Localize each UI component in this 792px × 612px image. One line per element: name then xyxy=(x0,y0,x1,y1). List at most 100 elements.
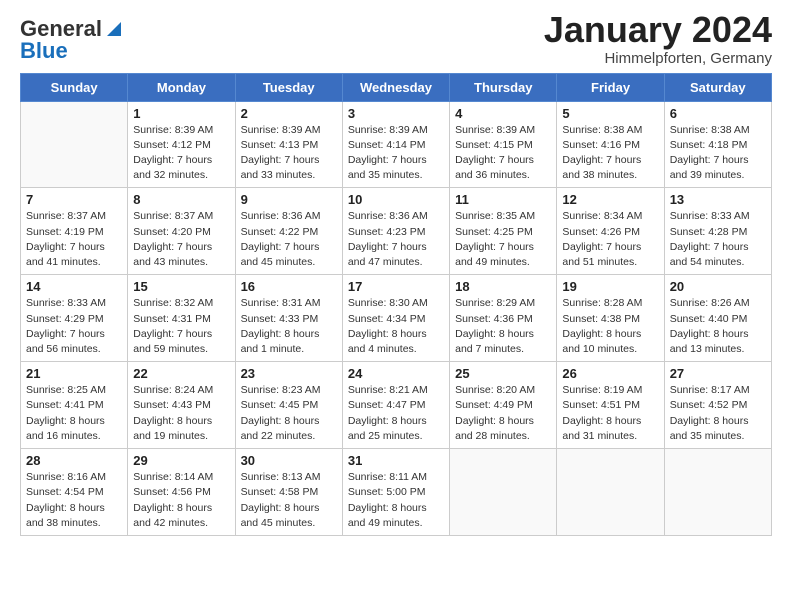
weekday-header-row: Sunday Monday Tuesday Wednesday Thursday… xyxy=(21,73,772,101)
day-number: 25 xyxy=(455,366,551,381)
day-info: Sunrise: 8:33 AMSunset: 4:29 PMDaylight:… xyxy=(26,296,122,357)
day-number: 30 xyxy=(241,453,337,468)
calendar-cell: 26 Sunrise: 8:19 AMSunset: 4:51 PMDayligh… xyxy=(557,362,664,449)
day-number: 13 xyxy=(670,192,766,207)
header-friday: Friday xyxy=(557,73,664,101)
calendar-cell: 6 Sunrise: 8:38 AMSunset: 4:18 PMDaylight… xyxy=(664,101,771,188)
day-number: 12 xyxy=(562,192,658,207)
day-info: Sunrise: 8:32 AMSunset: 4:31 PMDaylight:… xyxy=(133,296,229,357)
calendar-week-row: 7 Sunrise: 8:37 AMSunset: 4:19 PMDaylight… xyxy=(21,188,772,275)
day-number: 16 xyxy=(241,279,337,294)
calendar-cell xyxy=(557,449,664,536)
calendar-week-row: 28 Sunrise: 8:16 AMSunset: 4:54 PMDayligh… xyxy=(21,449,772,536)
day-number: 10 xyxy=(348,192,444,207)
day-number: 18 xyxy=(455,279,551,294)
calendar-cell: 31Sunrise: 8:11 AMSunset: 5:00 PMDayligh… xyxy=(342,449,449,536)
day-number: 20 xyxy=(670,279,766,294)
day-info: Sunrise: 8:30 AMSunset: 4:34 PMDaylight:… xyxy=(348,296,444,357)
day-number: 15 xyxy=(133,279,229,294)
calendar-cell: 17 Sunrise: 8:30 AMSunset: 4:34 PMDayligh… xyxy=(342,275,449,362)
day-info: Sunrise: 8:14 AMSunset: 4:56 PMDaylight:… xyxy=(133,470,229,531)
day-number: 26 xyxy=(562,366,658,381)
calendar-cell: 12 Sunrise: 8:34 AMSunset: 4:26 PMDayligh… xyxy=(557,188,664,275)
day-info: Sunrise: 8:17 AMSunset: 4:52 PMDaylight:… xyxy=(670,383,766,444)
day-info: Sunrise: 8:26 AMSunset: 4:40 PMDaylight:… xyxy=(670,296,766,357)
day-info: Sunrise: 8:20 AMSunset: 4:49 PMDaylight:… xyxy=(455,383,551,444)
day-info: Sunrise: 8:36 AMSunset: 4:23 PMDaylight:… xyxy=(348,209,444,270)
calendar-cell: 2 Sunrise: 8:39 AMSunset: 4:13 PMDaylight… xyxy=(235,101,342,188)
header-tuesday: Tuesday xyxy=(235,73,342,101)
calendar-cell: 23 Sunrise: 8:23 AMSunset: 4:45 PMDayligh… xyxy=(235,362,342,449)
header-monday: Monday xyxy=(128,73,235,101)
day-info: Sunrise: 8:16 AMSunset: 4:54 PMDaylight:… xyxy=(26,470,122,531)
day-number: 5 xyxy=(562,106,658,121)
day-number: 9 xyxy=(241,192,337,207)
day-info: Sunrise: 8:28 AMSunset: 4:38 PMDaylight:… xyxy=(562,296,658,357)
header-wednesday: Wednesday xyxy=(342,73,449,101)
day-info: Sunrise: 8:39 AMSunset: 4:12 PMDaylight:… xyxy=(133,123,229,184)
day-info: Sunrise: 8:31 AMSunset: 4:33 PMDaylight:… xyxy=(241,296,337,357)
calendar-cell: 7 Sunrise: 8:37 AMSunset: 4:19 PMDaylight… xyxy=(21,188,128,275)
day-number: 28 xyxy=(26,453,122,468)
day-number: 21 xyxy=(26,366,122,381)
day-info: Sunrise: 8:39 AMSunset: 4:14 PMDaylight:… xyxy=(348,123,444,184)
day-info: Sunrise: 8:36 AMSunset: 4:22 PMDaylight:… xyxy=(241,209,337,270)
calendar-week-row: 14 Sunrise: 8:33 AMSunset: 4:29 PMDayligh… xyxy=(21,275,772,362)
day-info: Sunrise: 8:29 AMSunset: 4:36 PMDaylight:… xyxy=(455,296,551,357)
day-number: 2 xyxy=(241,106,337,121)
calendar-cell: 30 Sunrise: 8:13 AMSunset: 4:58 PMDayligh… xyxy=(235,449,342,536)
day-number: 3 xyxy=(348,106,444,121)
location-subtitle: Himmelpforten, Germany xyxy=(544,50,772,67)
header-saturday: Saturday xyxy=(664,73,771,101)
calendar-cell: 9 Sunrise: 8:36 AMSunset: 4:22 PMDaylight… xyxy=(235,188,342,275)
day-number: 19 xyxy=(562,279,658,294)
day-info: Sunrise: 8:39 AMSunset: 4:13 PMDaylight:… xyxy=(241,123,337,184)
calendar-cell: 14 Sunrise: 8:33 AMSunset: 4:29 PMDayligh… xyxy=(21,275,128,362)
day-info: Sunrise: 8:11 AMSunset: 5:00 PMDaylight:… xyxy=(348,470,444,531)
calendar-cell: 21Sunrise: 8:25 AMSunset: 4:41 PMDayligh… xyxy=(21,362,128,449)
day-number: 29 xyxy=(133,453,229,468)
day-info: Sunrise: 8:24 AMSunset: 4:43 PMDaylight:… xyxy=(133,383,229,444)
header: General Blue January 2024 Himmelpforten,… xyxy=(20,10,772,67)
calendar-cell: 27Sunrise: 8:17 AMSunset: 4:52 PMDayligh… xyxy=(664,362,771,449)
header-thursday: Thursday xyxy=(450,73,557,101)
calendar-cell: 25 Sunrise: 8:20 AMSunset: 4:49 PMDayligh… xyxy=(450,362,557,449)
day-number: 6 xyxy=(670,106,766,121)
day-info: Sunrise: 8:38 AMSunset: 4:18 PMDaylight:… xyxy=(670,123,766,184)
day-number: 24 xyxy=(348,366,444,381)
day-number: 17 xyxy=(348,279,444,294)
calendar-cell: 22 Sunrise: 8:24 AMSunset: 4:43 PMDayligh… xyxy=(128,362,235,449)
title-block: January 2024 Himmelpforten, Germany xyxy=(544,10,772,67)
day-info: Sunrise: 8:23 AMSunset: 4:45 PMDaylight:… xyxy=(241,383,337,444)
calendar-cell: 1 Sunrise: 8:39 AMSunset: 4:12 PMDaylight… xyxy=(128,101,235,188)
day-info: Sunrise: 8:38 AMSunset: 4:16 PMDaylight:… xyxy=(562,123,658,184)
calendar-cell: 3 Sunrise: 8:39 AMSunset: 4:14 PMDaylight… xyxy=(342,101,449,188)
day-info: Sunrise: 8:33 AMSunset: 4:28 PMDaylight:… xyxy=(670,209,766,270)
day-number: 22 xyxy=(133,366,229,381)
calendar-week-row: 21Sunrise: 8:25 AMSunset: 4:41 PMDayligh… xyxy=(21,362,772,449)
logo-blue-text: Blue xyxy=(20,38,68,64)
day-number: 14 xyxy=(26,279,122,294)
calendar-cell: 20 Sunrise: 8:26 AMSunset: 4:40 PMDayligh… xyxy=(664,275,771,362)
day-number: 23 xyxy=(241,366,337,381)
day-info: Sunrise: 8:13 AMSunset: 4:58 PMDaylight:… xyxy=(241,470,337,531)
calendar-cell: 13 Sunrise: 8:33 AMSunset: 4:28 PMDayligh… xyxy=(664,188,771,275)
calendar-cell: 5 Sunrise: 8:38 AMSunset: 4:16 PMDaylight… xyxy=(557,101,664,188)
calendar-cell: 16 Sunrise: 8:31 AMSunset: 4:33 PMDayligh… xyxy=(235,275,342,362)
calendar-cell: 11Sunrise: 8:35 AMSunset: 4:25 PMDayligh… xyxy=(450,188,557,275)
day-number: 7 xyxy=(26,192,122,207)
day-info: Sunrise: 8:37 AMSunset: 4:19 PMDaylight:… xyxy=(26,209,122,270)
calendar-cell: 18 Sunrise: 8:29 AMSunset: 4:36 PMDayligh… xyxy=(450,275,557,362)
day-info: Sunrise: 8:19 AMSunset: 4:51 PMDaylight:… xyxy=(562,383,658,444)
day-info: Sunrise: 8:34 AMSunset: 4:26 PMDaylight:… xyxy=(562,209,658,270)
day-number: 11 xyxy=(455,192,551,207)
day-number: 1 xyxy=(133,106,229,121)
day-info: Sunrise: 8:21 AMSunset: 4:47 PMDaylight:… xyxy=(348,383,444,444)
page: General Blue January 2024 Himmelpforten,… xyxy=(0,0,792,612)
calendar-week-row: 1 Sunrise: 8:39 AMSunset: 4:12 PMDaylight… xyxy=(21,101,772,188)
calendar-cell xyxy=(664,449,771,536)
calendar-cell: 8Sunrise: 8:37 AMSunset: 4:20 PMDaylight… xyxy=(128,188,235,275)
calendar-cell: 29 Sunrise: 8:14 AMSunset: 4:56 PMDayligh… xyxy=(128,449,235,536)
day-number: 4 xyxy=(455,106,551,121)
calendar-cell xyxy=(21,101,128,188)
